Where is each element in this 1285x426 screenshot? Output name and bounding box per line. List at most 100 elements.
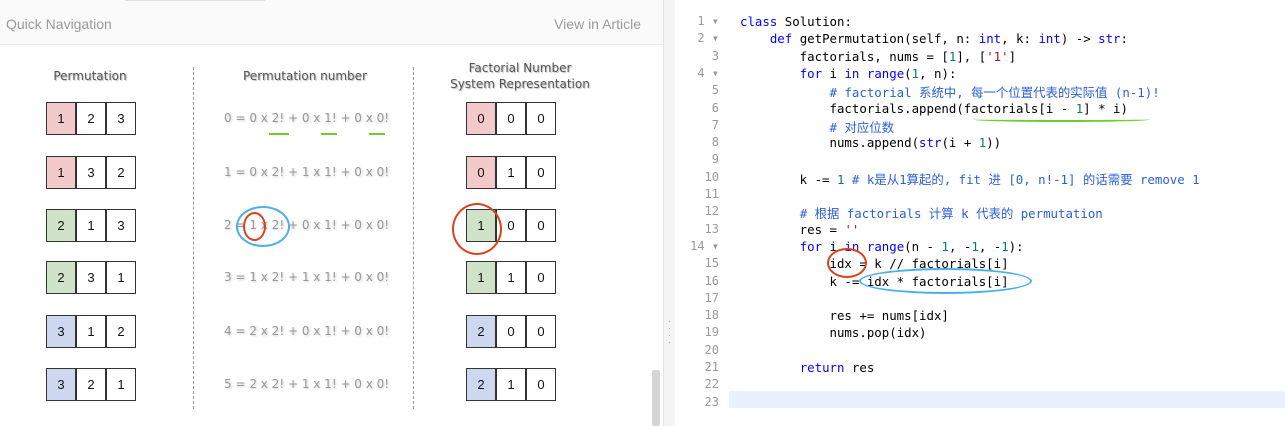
active-line-highlight <box>729 391 1285 408</box>
factorial-cell: 0 <box>496 209 526 242</box>
permutation-cells: 231 <box>41 256 136 294</box>
line-number: 6 <box>711 100 719 115</box>
code-line[interactable]: factorials, nums = [1], ['1'] <box>740 49 1016 64</box>
green-underline-annotation <box>369 133 385 135</box>
col-header-permutation: Permutation <box>53 69 127 83</box>
factorial-cells: 210 <box>461 363 556 401</box>
formula-text: 1 = 0 x 2! + 1 x 1! + 0 x 0! <box>224 165 390 179</box>
perm-cell: 1 <box>41 97 76 135</box>
quick-navigation-bar: Quick Navigation View in Article <box>0 0 663 45</box>
perm-cell: 1 <box>41 151 76 189</box>
factorial-cells: 200 <box>461 310 556 348</box>
line-number: 15 <box>704 256 719 271</box>
col-header-permutation-number: Permutation number <box>243 69 367 83</box>
code-line[interactable]: # 对应位数 <box>740 118 894 136</box>
line-number: 13 <box>704 221 719 236</box>
factorial-cell: 1 <box>461 256 496 294</box>
perm-cell: 3 <box>106 209 136 242</box>
formula-text: 2 = 1 x 2! + 0 x 1! + 0 x 0! <box>224 218 390 232</box>
perm-cell: 2 <box>76 102 106 135</box>
green-underline-annotation <box>321 133 337 135</box>
factorial-cell: 0 <box>496 315 526 348</box>
line-number: 7 <box>711 117 719 132</box>
code-line[interactable]: def getPermutation(self, n: int, k: int)… <box>740 31 1128 46</box>
perm-cell: 2 <box>41 256 76 294</box>
line-number: 20 <box>704 342 719 357</box>
line-number-gutter: 1 ▾ 2 ▾ 3 4 ▾ 5 6 7 8 9 10 11 12 13 14 ▾ 15 … <box>675 0 729 426</box>
formula-text: 4 = 2 x 2! + 0 x 1! + 0 x 0! <box>224 324 390 338</box>
left-scrollbar[interactable] <box>652 370 660 426</box>
line-number: 23 <box>704 394 719 409</box>
factorial-cells: 010 <box>461 151 556 189</box>
perm-cell: 1 <box>106 368 136 401</box>
permutation-cells: 321 <box>41 363 136 401</box>
green-underline-annotation <box>269 133 289 135</box>
dashed-divider-1 <box>193 67 194 409</box>
factorial-cell: 0 <box>496 102 526 135</box>
quick-navigation-label[interactable]: Quick Navigation <box>6 16 112 32</box>
code-line[interactable]: return res <box>740 360 875 375</box>
factorial-cell: 0 <box>526 156 556 189</box>
factorial-cells: 100 <box>461 204 556 242</box>
factorial-cell: 0 <box>461 97 496 135</box>
factorial-cell: 0 <box>526 368 556 401</box>
code-line[interactable]: for i in range(n - 1, -1, -1): <box>740 239 1024 254</box>
factorial-cell: 0 <box>526 209 556 242</box>
line-number: 11 <box>704 187 719 201</box>
factorial-cell: 2 <box>461 363 496 401</box>
perm-cell: 2 <box>41 204 76 242</box>
code-line[interactable]: idx = k // factorials[i] <box>740 256 1009 271</box>
code-line[interactable]: for i in range(1, n): <box>740 66 957 81</box>
perm-cell: 2 <box>106 156 136 189</box>
grip-icon: · · · · <box>668 316 671 347</box>
formula-text: 0 = 0 x 2! + 0 x 1! + 0 x 0! <box>224 111 390 125</box>
factorial-cell: 1 <box>496 261 526 294</box>
formula-text: 5 = 2 x 2! + 1 x 1! + 0 x 0! <box>224 377 390 391</box>
green-underline-annotation <box>973 117 1150 122</box>
code-line[interactable]: # 根据 factorials 计算 k 代表的 permutation <box>740 204 1103 222</box>
code-line[interactable]: factorials.append(factorials[i - 1] * i) <box>740 101 1128 116</box>
permutation-cells: 312 <box>41 310 136 348</box>
perm-cell: 3 <box>76 156 106 189</box>
factorial-cell: 1 <box>496 156 526 189</box>
line-number: 22 <box>704 377 719 392</box>
permutation-cells: 123 <box>41 97 136 135</box>
code-line[interactable]: res = '' <box>740 222 860 237</box>
code-line[interactable]: class Solution: <box>740 14 852 29</box>
code-editor[interactable]: 1 ▾ 2 ▾ 3 4 ▾ 5 6 7 8 9 10 11 12 13 14 ▾ 15 … <box>675 0 1285 426</box>
col-header-factorial-a: Factorial Number <box>468 61 572 75</box>
perm-cell: 3 <box>41 363 76 401</box>
col-header-factorial-b: System Representation <box>450 77 590 91</box>
line-number: 5 <box>711 83 719 98</box>
perm-cell: 3 <box>41 310 76 348</box>
dashed-divider-2 <box>413 67 414 409</box>
factorial-cell: 0 <box>461 151 496 189</box>
article-figure-pane: Quick Navigation View in Article Permuta… <box>0 0 663 426</box>
line-number: 16 <box>704 273 719 288</box>
code-line[interactable]: nums.append(str(i + 1)) <box>740 135 1002 150</box>
factorial-cells: 000 <box>461 97 556 135</box>
line-number: 8 <box>711 135 719 150</box>
line-number: 14 ▾ <box>690 238 719 253</box>
code-line[interactable]: k -= idx * factorials[i] <box>740 274 1009 289</box>
line-number: 3 <box>711 48 719 63</box>
factorial-cell: 0 <box>526 102 556 135</box>
code-line[interactable]: # factorial 系统中, 每一个位置代表的实际值 (n-1)! <box>740 83 1160 101</box>
line-number: 21 <box>704 360 719 374</box>
code-line[interactable]: nums.pop(idx) <box>740 325 927 340</box>
factorial-cell: 0 <box>526 315 556 348</box>
perm-cell: 1 <box>76 315 106 348</box>
view-in-article-link[interactable]: View in Article <box>554 16 641 32</box>
line-number: 1 ▾ <box>697 14 719 28</box>
line-number: 18 <box>704 308 719 323</box>
factorial-cell: 0 <box>526 261 556 294</box>
perm-cell: 1 <box>76 209 106 242</box>
code-line[interactable]: k -= 1 # k是从1算起的, fit 进 [0, n!-1] 的话需要 r… <box>740 170 1200 188</box>
factorial-cell: 2 <box>461 310 496 348</box>
line-number: 4 ▾ <box>697 65 719 80</box>
perm-cell: 3 <box>76 261 106 294</box>
perm-cell: 3 <box>106 102 136 135</box>
permutation-cells: 213 <box>41 204 136 242</box>
code-line[interactable]: res += nums[idx] <box>740 308 949 323</box>
perm-cell: 2 <box>76 368 106 401</box>
